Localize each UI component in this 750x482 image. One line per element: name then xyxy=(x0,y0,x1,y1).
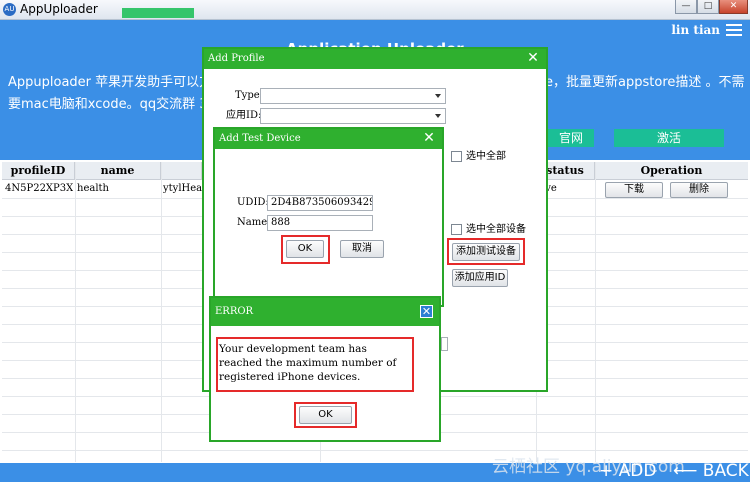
delete-button[interactable]: 删除 xyxy=(670,182,728,198)
window-title: AppUploader xyxy=(20,2,98,16)
column-header-name[interactable]: name xyxy=(75,162,161,180)
window-title-bar xyxy=(0,0,750,20)
close-icon[interactable]: ✕ xyxy=(526,51,540,65)
row-divider xyxy=(2,450,748,451)
add-appid-button[interactable]: 添加应用ID xyxy=(452,269,508,287)
ok-button[interactable]: OK xyxy=(286,240,324,258)
close-icon[interactable]: ✕ xyxy=(422,131,436,145)
udid-label: UDID: xyxy=(237,197,269,208)
name-input[interactable]: 888 xyxy=(267,215,373,231)
scrollbar-stub[interactable] xyxy=(441,337,448,351)
cell-profileid: 4N5P22XP3X xyxy=(5,183,73,194)
dialog-title: Add Test Device xyxy=(215,129,442,149)
cell-bundle: ytylHealthK xyxy=(163,183,205,194)
download-button[interactable]: 下载 xyxy=(605,182,663,198)
column-divider xyxy=(161,162,162,462)
udid-input[interactable]: 2D4B87350609342980CB1 xyxy=(267,195,373,211)
close-icon[interactable]: ✕ xyxy=(420,305,433,318)
error-ok-button[interactable]: OK xyxy=(299,406,352,424)
select-all-label: 选中全部 xyxy=(466,151,506,162)
window-close-button[interactable]: ✕ xyxy=(719,0,748,14)
error-dialog: ERROR ✕ Your development team has reache… xyxy=(209,296,441,442)
add-test-device-dialog: Add Test Device ✕ UDID: 2D4B873506093429… xyxy=(213,127,444,307)
error-message: Your development team has reached the ma… xyxy=(219,343,397,383)
chevron-down-icon xyxy=(435,114,441,118)
type-select[interactable] xyxy=(260,88,446,104)
back-arrow-icon: ⟵ xyxy=(673,461,698,481)
chevron-down-icon xyxy=(435,94,441,98)
appid-label: 应用ID: xyxy=(226,110,262,121)
header-description-left: Appuploader 苹果开发助手可以方便 xyxy=(8,75,226,90)
add-test-device-button[interactable]: 添加测试设备 xyxy=(452,243,520,261)
header-description-right: re，批量更新appstore描述 。不需 xyxy=(540,75,745,90)
select-all-checkbox[interactable] xyxy=(451,151,462,162)
column-divider xyxy=(595,162,596,462)
select-all-devices-checkbox[interactable] xyxy=(451,224,462,235)
maximize-button[interactable]: □ xyxy=(697,0,719,14)
back-label: BACK xyxy=(702,461,749,481)
column-header-bundle[interactable] xyxy=(161,162,202,180)
type-label: Type: xyxy=(235,90,264,101)
appid-select[interactable] xyxy=(260,108,446,124)
website-button[interactable]: 官网 xyxy=(548,129,594,147)
activate-button[interactable]: 激活 xyxy=(614,129,724,147)
column-divider xyxy=(75,162,76,462)
cancel-button[interactable]: 取消 xyxy=(340,240,384,258)
select-all-devices-label: 选中全部设备 xyxy=(466,224,526,235)
app-logo-icon: AU xyxy=(3,3,16,16)
back-button[interactable]: ⟵ BACK xyxy=(673,461,749,481)
header-description-line2: 要mac电脑和xcode。qq交流群 326 xyxy=(8,97,225,112)
column-header-profileid[interactable]: profileID xyxy=(2,162,75,180)
cell-name: health xyxy=(77,183,109,194)
username[interactable]: lin tian xyxy=(671,23,720,37)
add-button[interactable]: + ADD xyxy=(599,461,656,481)
menu-hamburger-icon[interactable] xyxy=(726,24,742,36)
dialog-title: ERROR xyxy=(211,298,439,326)
column-header-operation[interactable]: Operation xyxy=(595,162,748,180)
dialog-title: Add Profile xyxy=(204,49,546,69)
minimize-button[interactable]: — xyxy=(675,0,697,14)
toolbar-tab[interactable] xyxy=(122,8,194,18)
name-label: Name: xyxy=(237,217,271,228)
